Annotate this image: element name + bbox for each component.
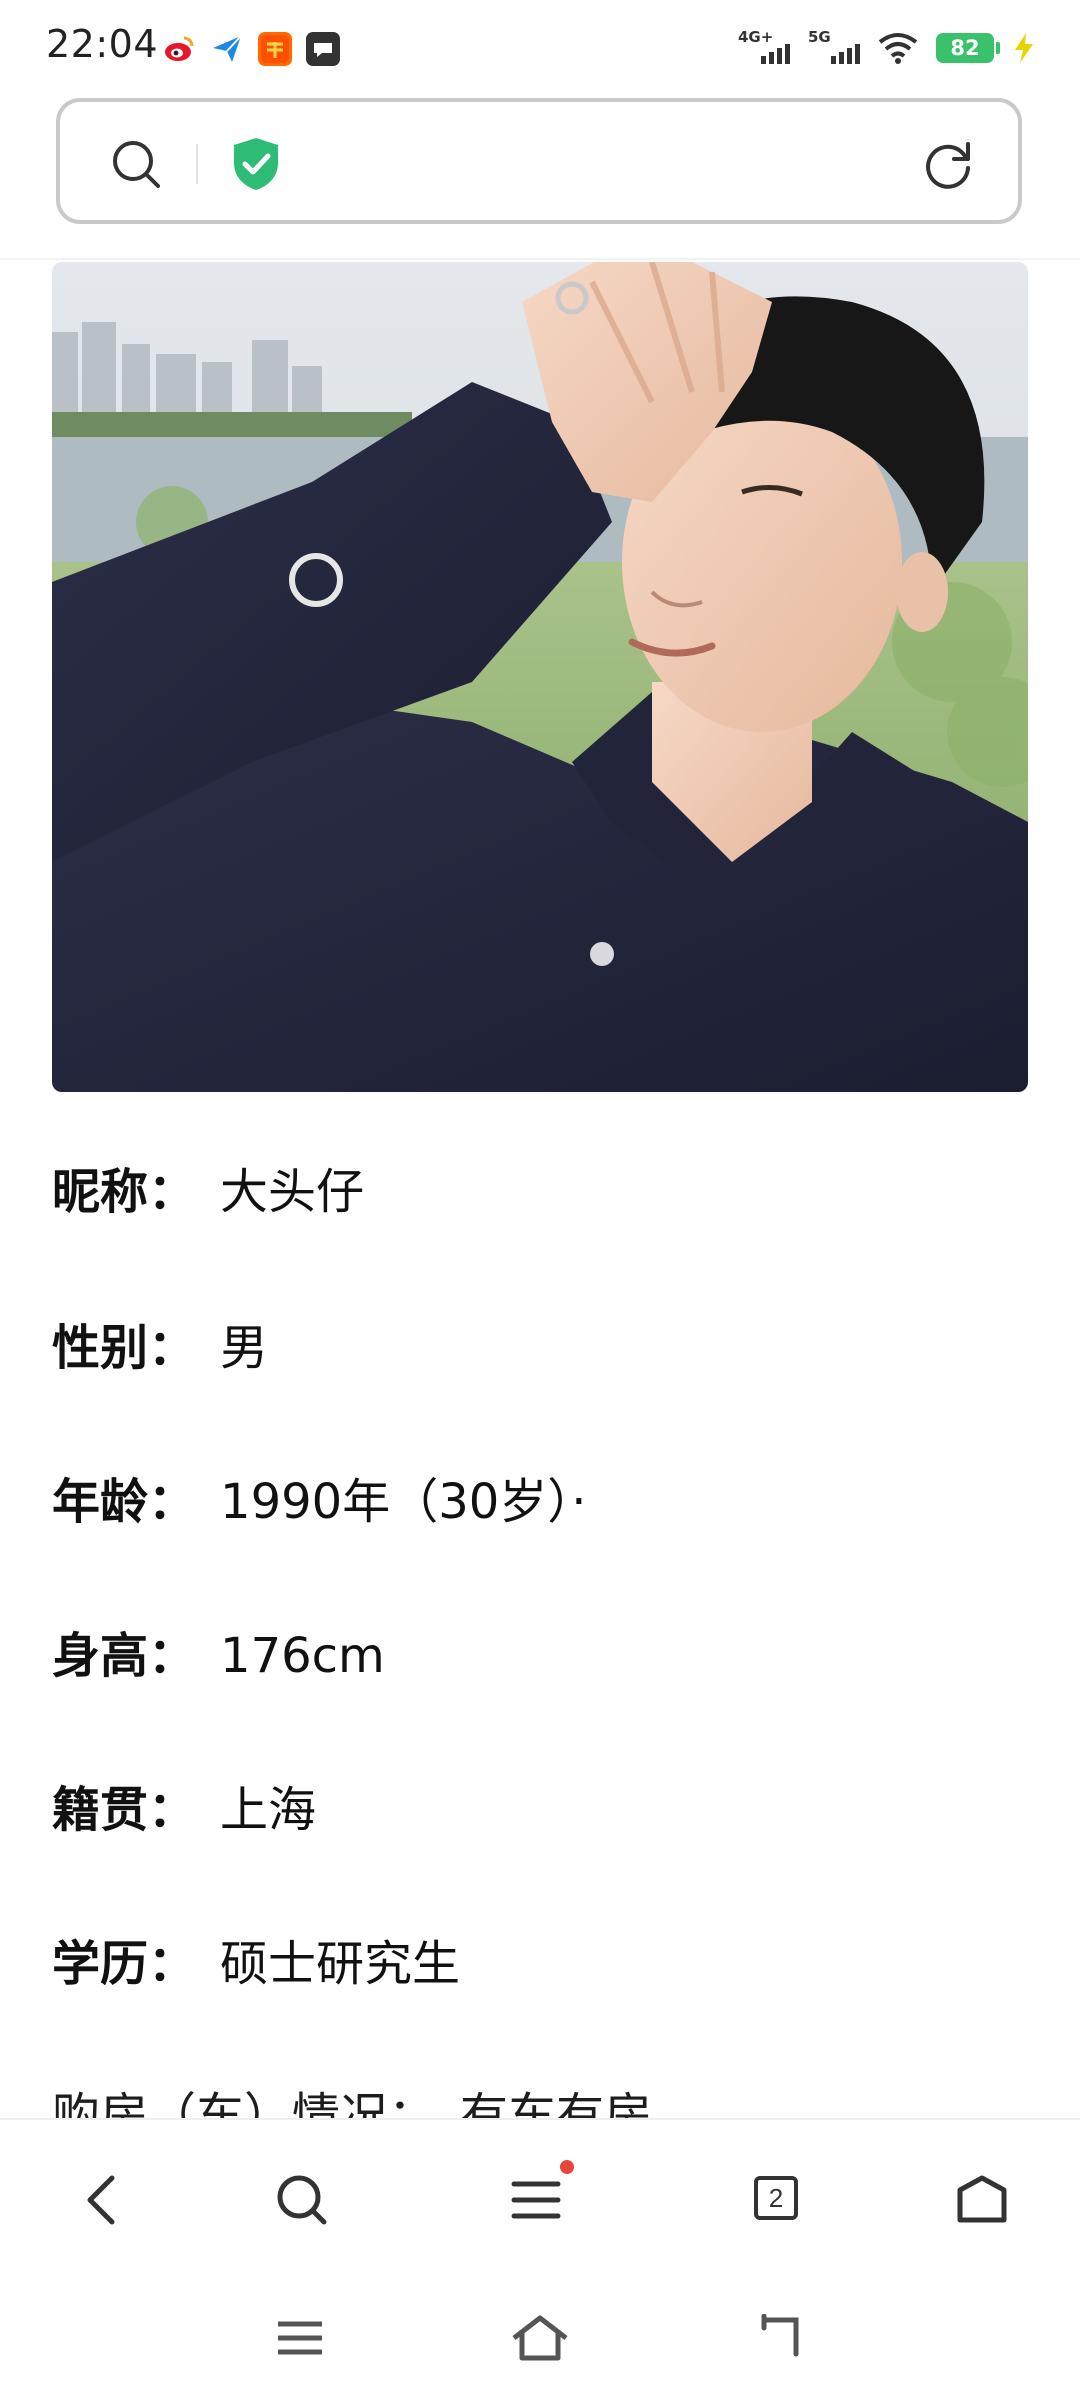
refresh-icon[interactable] — [918, 134, 978, 194]
wifi-icon — [878, 33, 918, 64]
field-colon: ： — [148, 1320, 197, 1376]
menu-button[interactable] — [496, 2160, 576, 2240]
home-icon — [957, 2175, 1007, 2223]
message-icon — [306, 32, 340, 66]
field-label: 籍贯 — [52, 1782, 149, 1838]
address-divider — [196, 144, 198, 184]
taobao-icon — [258, 32, 292, 66]
signal-bars-icon — [761, 44, 790, 64]
search-button[interactable] — [262, 2160, 342, 2240]
search-icon — [277, 2175, 327, 2225]
recents-button[interactable] — [260, 2298, 340, 2378]
field-colon: ： — [148, 1936, 197, 1992]
back-icon — [761, 2314, 799, 2357]
profile-field-education: 学历： 硕士研究生 — [52, 1934, 460, 1994]
profile-field-age: 年龄： 1990年（30岁）· — [52, 1472, 587, 1532]
field-colon: ： — [148, 1782, 197, 1838]
home-icon — [512, 2315, 568, 2361]
field-label: 性别 — [52, 1320, 149, 1376]
field-colon: ： — [148, 1628, 197, 1684]
back-icon — [87, 2175, 115, 2225]
system-back-button[interactable] — [740, 2298, 820, 2378]
profile-field-gender: 性别： 男 — [52, 1318, 268, 1378]
tabs-button[interactable]: 2 — [738, 2160, 818, 2240]
profile-photo[interactable] — [52, 262, 1028, 1092]
field-value: 男 — [220, 1320, 269, 1376]
home-button[interactable] — [942, 2160, 1022, 2240]
system-home-button[interactable] — [500, 2298, 580, 2378]
signal-4g: 4G+ — [738, 28, 790, 68]
profile-field-nickname: 昵称： 大头仔 — [52, 1162, 364, 1222]
battery-level: 82 — [950, 36, 980, 60]
profile-field-hometown: 籍贯： 上海 — [52, 1780, 316, 1840]
bottom-toolbar: 2 — [0, 2118, 1080, 2402]
field-label: 昵称 — [52, 1164, 149, 1220]
battery-indicator: 82 — [936, 33, 1000, 63]
status-right: 4G+ 5G 82 — [738, 28, 1036, 68]
recents-icon — [278, 2321, 322, 2355]
field-value: 1990年（30岁）· — [220, 1474, 587, 1530]
signal-bars-icon — [831, 44, 860, 64]
status-bar: 22:04 4G+ 5G 82 — [0, 0, 1080, 96]
field-label: 身高 — [52, 1628, 149, 1684]
tab-count: 2 — [754, 2176, 798, 2220]
field-value: 176cm — [220, 1628, 385, 1684]
field-value: 大头仔 — [220, 1164, 365, 1220]
profile-field-height: 身高： 176cm — [52, 1626, 385, 1686]
status-time: 22:04 — [46, 22, 159, 66]
field-label: 年龄 — [52, 1474, 149, 1530]
back-button[interactable] — [62, 2160, 142, 2240]
address-bar[interactable] — [56, 98, 1022, 224]
shield-check-icon[interactable] — [230, 136, 282, 192]
header-separator — [0, 258, 1080, 260]
signal-5g: 5G — [808, 28, 860, 68]
network-label-2: 5G — [808, 28, 831, 46]
send-icon — [210, 32, 244, 66]
menu-icon — [511, 2181, 561, 2219]
charging-icon — [1015, 33, 1033, 63]
notification-dot — [560, 2160, 574, 2174]
field-label: 学历 — [52, 1936, 149, 1992]
field-colon: ： — [148, 1164, 197, 1220]
notification-icons — [162, 32, 340, 66]
field-value: 上海 — [220, 1782, 317, 1838]
weibo-icon — [162, 32, 196, 66]
field-colon: ： — [148, 1474, 197, 1530]
search-icon[interactable] — [108, 136, 164, 192]
field-value: 硕士研究生 — [220, 1936, 461, 1992]
